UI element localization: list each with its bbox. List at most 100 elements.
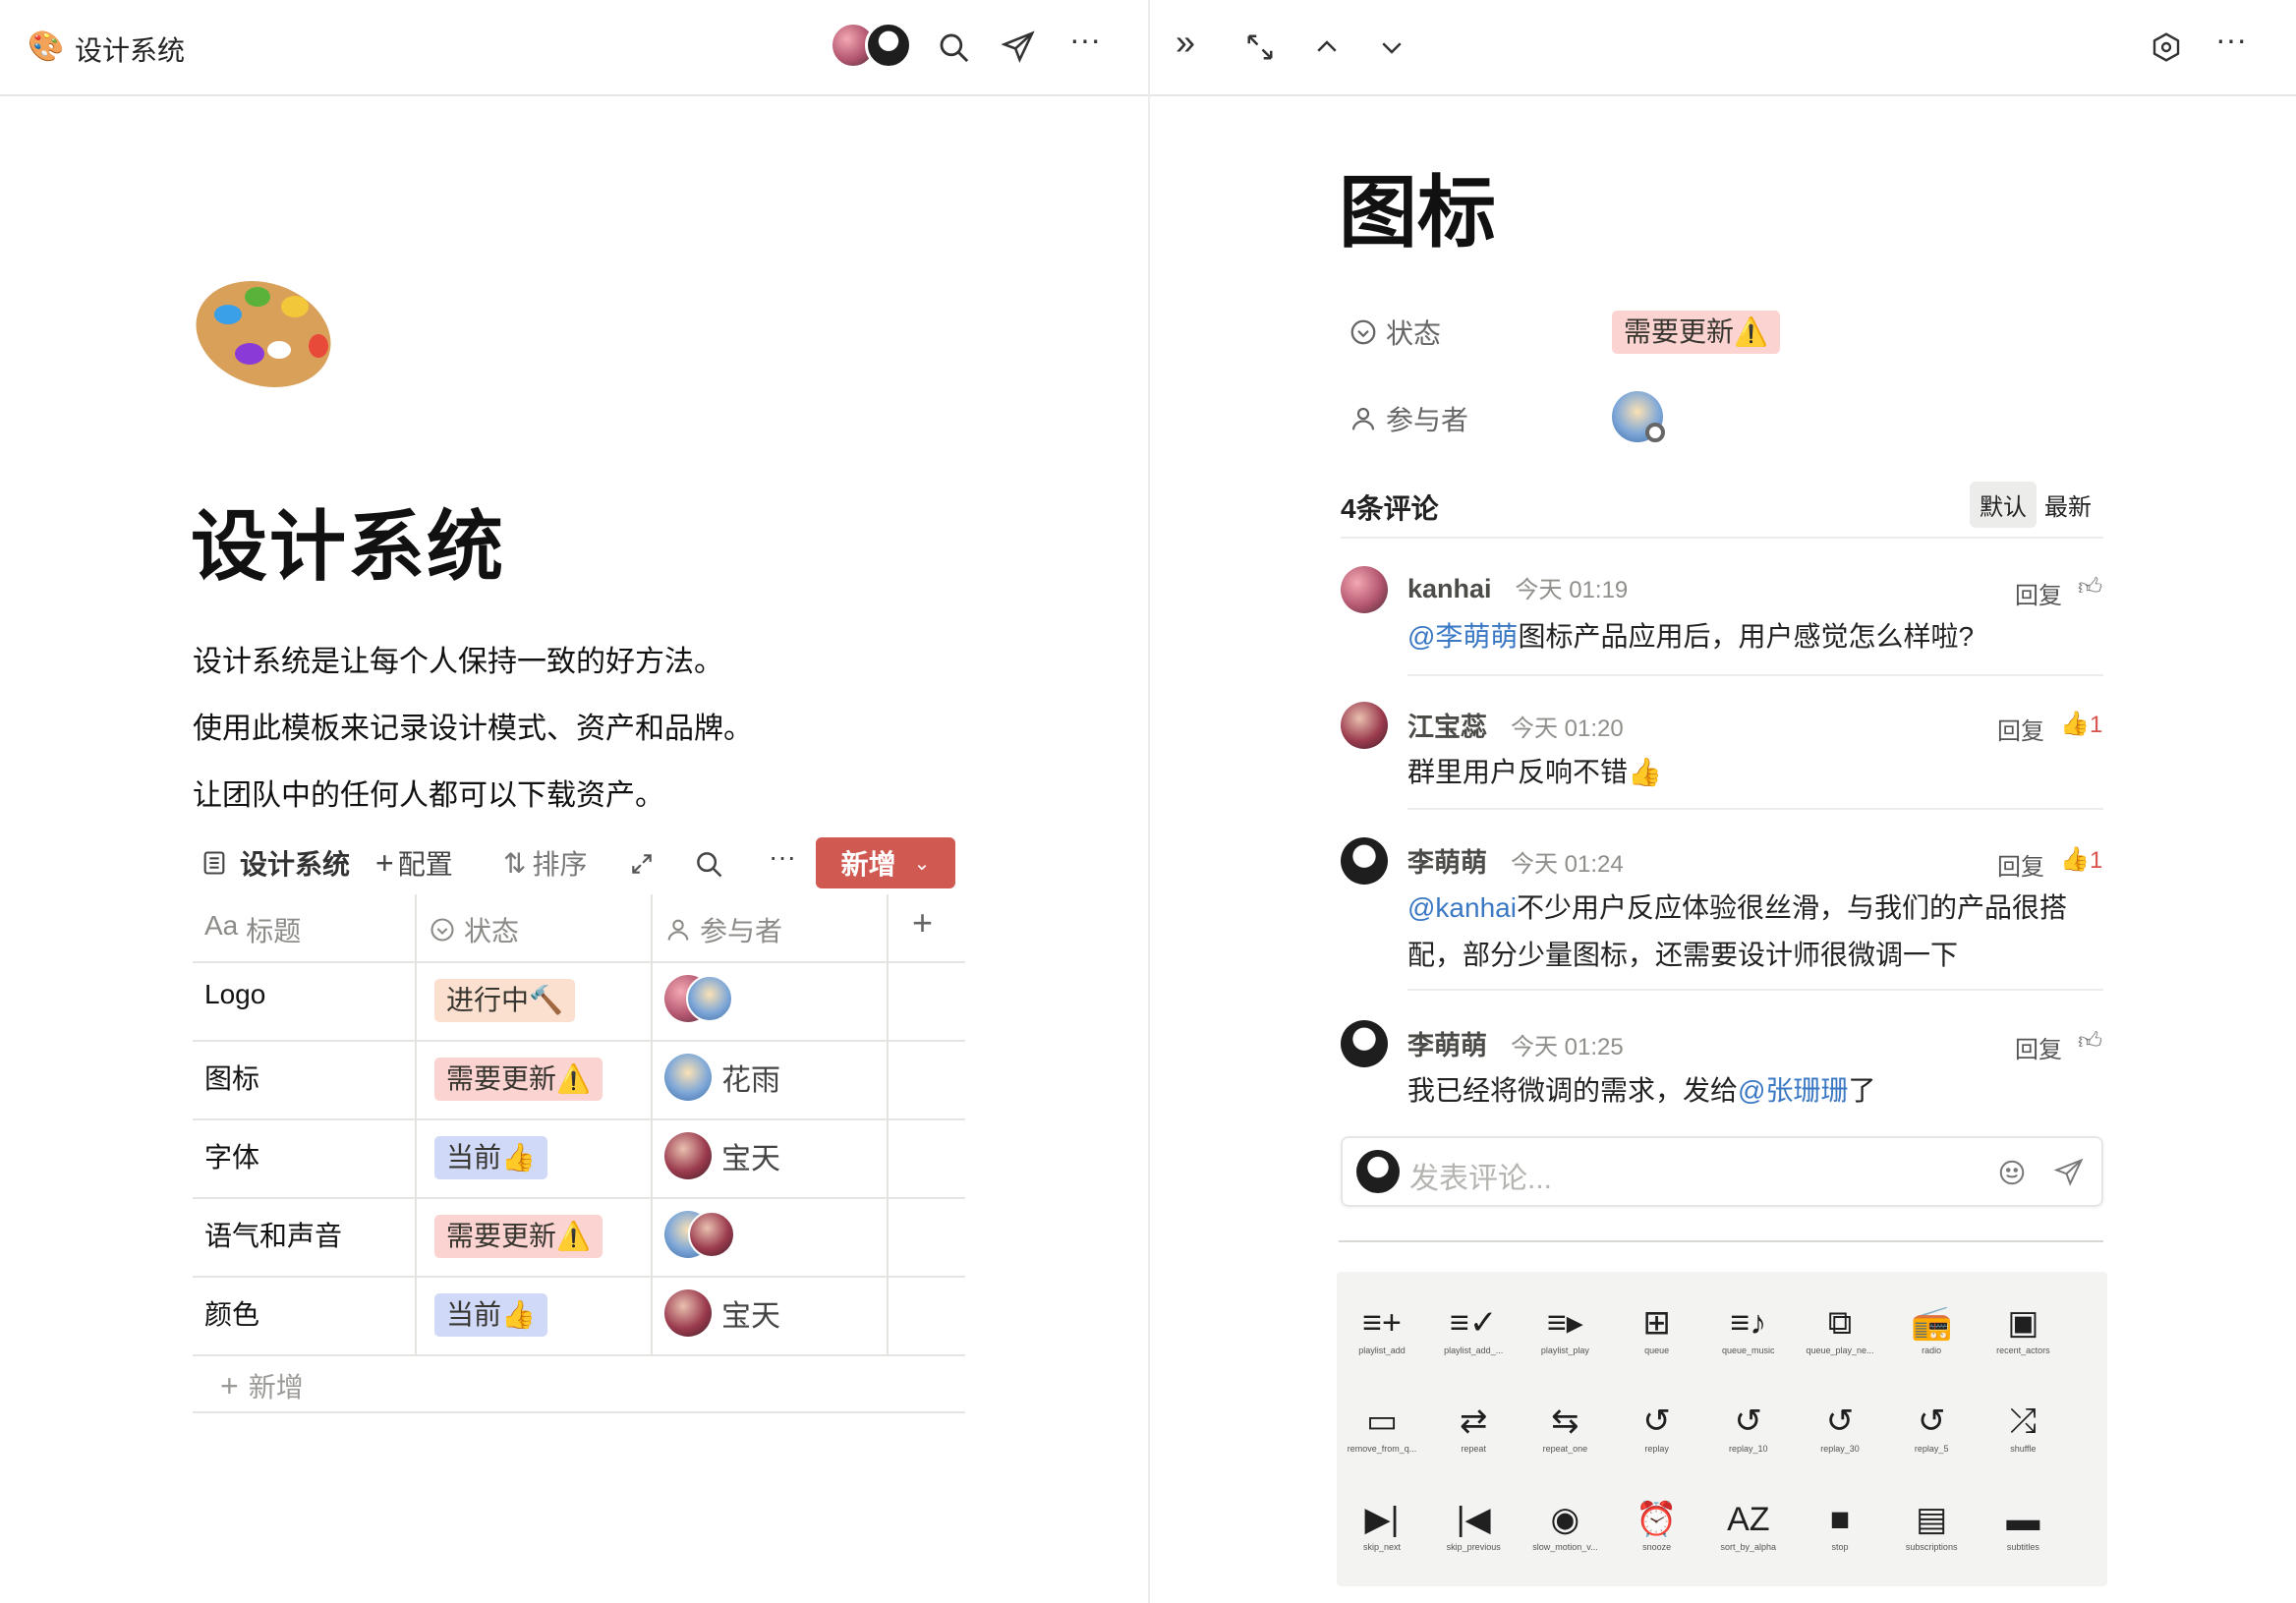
reply-button[interactable]: 回复	[1997, 847, 2044, 882]
row-title[interactable]: 图标	[204, 1058, 259, 1097]
gallery-label: repeat	[1461, 1444, 1486, 1454]
chevron-down-icon[interactable]	[1372, 28, 1411, 67]
avatar[interactable]	[686, 975, 733, 1022]
column-header-participants[interactable]: 参与者	[664, 910, 782, 949]
row-title[interactable]: 语气和声音	[204, 1215, 342, 1254]
avatar[interactable]	[664, 1054, 712, 1101]
divider	[1407, 989, 2103, 991]
gallery-label: skip_previous	[1446, 1542, 1501, 1552]
property-status-label[interactable]: 状态	[1349, 313, 1441, 352]
reply-button[interactable]: 回复	[1997, 712, 2044, 746]
chevron-down-icon[interactable]: ⌄	[914, 851, 931, 876]
gallery-glyph: ⊞	[1642, 1304, 1671, 1342]
fullscreen-icon[interactable]	[625, 847, 659, 881]
gallery-label: stop	[1831, 1542, 1849, 1552]
comment-body: 群里用户反响不错👍	[1407, 757, 1662, 787]
sort-icon: ⇅	[503, 847, 527, 879]
thumb-up-icon[interactable]: 👍	[2060, 845, 2090, 874]
comments-header: 4条评论	[1341, 493, 1439, 524]
add-column-icon[interactable]: +	[912, 902, 933, 944]
gallery-label: recent_actors	[1996, 1345, 2050, 1355]
breadcrumb-title[interactable]: 设计系统	[75, 29, 185, 69]
add-row-button[interactable]: + 新增	[220, 1366, 304, 1405]
person-name: 宝天	[721, 1143, 780, 1175]
column-header-status[interactable]: 状态	[429, 910, 519, 949]
mention[interactable]: @张珊珊	[1738, 1075, 1848, 1106]
mention[interactable]: @李萌萌	[1407, 621, 1518, 652]
avatar[interactable]	[1341, 1020, 1388, 1067]
settings-hexagon-icon[interactable]	[2147, 28, 2186, 67]
chevron-up-icon[interactable]	[1307, 28, 1347, 67]
sort-latest-button[interactable]: 最新	[2044, 487, 2092, 522]
column-divider[interactable]	[415, 894, 417, 1354]
more-icon[interactable]: ···	[2215, 22, 2247, 58]
sort-button[interactable]: ⇅ 排序	[503, 843, 587, 883]
comment-input-box[interactable]: 发表评论...	[1341, 1136, 2103, 1207]
gallery-glyph: ⇄	[1459, 1403, 1488, 1440]
gallery-glyph: ▶|	[1364, 1501, 1400, 1538]
send-icon[interactable]	[2052, 1156, 2086, 1189]
config-button[interactable]: + 配置	[375, 843, 453, 883]
comment-author[interactable]: kanhai	[1407, 574, 1492, 604]
avatar[interactable]	[1341, 837, 1388, 885]
gallery-glyph: ↺	[1642, 1403, 1671, 1440]
like-count: 1	[2090, 847, 2103, 874]
gallery-icon-skip-next: ▶| skip_next	[1335, 1498, 1429, 1553]
mention[interactable]: @kanhai	[1407, 892, 1517, 923]
avatar[interactable]	[688, 1211, 735, 1258]
comment-input[interactable]: 发表评论...	[1409, 1154, 1552, 1197]
search-icon[interactable]	[934, 28, 973, 67]
avatar[interactable]	[1341, 566, 1388, 613]
page-title: 设计系统	[191, 503, 506, 590]
emoji-icon[interactable]	[1995, 1156, 2029, 1189]
reply-button[interactable]: 回复	[2015, 576, 2062, 610]
column-header-title[interactable]: Aa 标题	[204, 910, 301, 949]
add-row-label: 新增	[248, 1372, 304, 1403]
send-icon[interactable]	[999, 28, 1038, 67]
gallery-icon-replay-30: ↺ replay_30	[1793, 1400, 1887, 1455]
db-view-tab[interactable]: 设计系统	[201, 843, 350, 883]
comment-author[interactable]: 李萌萌	[1407, 1024, 1487, 1062]
status-badge[interactable]: 需要更新⚠️	[434, 1215, 603, 1258]
sort-default-button[interactable]: 默认	[1970, 482, 2037, 528]
status-badge[interactable]: 当前👍	[434, 1293, 547, 1337]
avatar[interactable]	[664, 1289, 712, 1337]
comment-body-line-2: 配，部分少量图标，还需要设计师很微调一下	[1407, 940, 1959, 970]
collapse-panel-icon[interactable]: »	[1176, 22, 1195, 63]
status-badge[interactable]: 进行中🔨	[434, 979, 575, 1022]
more-icon[interactable]: ···	[769, 841, 796, 873]
avatar[interactable]	[1341, 702, 1388, 749]
column-divider[interactable]	[651, 894, 653, 1354]
row-title[interactable]: 颜色	[204, 1293, 259, 1333]
sort-label: 排序	[532, 849, 588, 880]
avatar[interactable]	[664, 1132, 712, 1179]
status-badge[interactable]: 需要更新⚠️	[434, 1058, 603, 1101]
table-border	[193, 1040, 965, 1042]
comment-author[interactable]: 江宝蕊	[1407, 706, 1487, 744]
comment-author[interactable]: 李萌萌	[1407, 841, 1487, 880]
comment-text: 我已经将微调的需求，发给	[1407, 1075, 1739, 1106]
property-participants-label[interactable]: 参与者	[1349, 399, 1468, 438]
new-button[interactable]: 新增 ⌄	[816, 837, 955, 888]
row-title[interactable]: Logo	[204, 979, 265, 1010]
expand-icon[interactable]	[1240, 28, 1280, 67]
property-label: 状态	[1386, 318, 1442, 349]
reply-button[interactable]: 回复	[2015, 1030, 2062, 1064]
gallery-label: sort_by_alpha	[1720, 1542, 1777, 1552]
column-divider[interactable]	[887, 894, 889, 1354]
row-title[interactable]: 字体	[204, 1136, 259, 1175]
gallery-icon-queue-play-ne: ⧉ queue_play_ne...	[1793, 1301, 1887, 1356]
gallery-label: queue_music	[1722, 1345, 1775, 1355]
thumb-up-icon[interactable]: 👍	[2060, 710, 2090, 738]
gallery-icon-stop: ■ stop	[1793, 1498, 1887, 1553]
panel-divider[interactable]	[1148, 0, 1150, 1603]
thumb-up-icon[interactable]: 👍︎	[2078, 574, 2102, 601]
status-badge[interactable]: 当前👍	[434, 1136, 547, 1179]
search-icon[interactable]	[690, 845, 727, 883]
gallery-glyph: ⇆	[1551, 1403, 1579, 1440]
status-badge[interactable]: 需要更新⚠️	[1612, 311, 1780, 354]
more-icon[interactable]: ···	[1069, 22, 1101, 58]
avatar[interactable]	[865, 22, 912, 69]
thumb-up-icon[interactable]: 👍︎	[2078, 1028, 2102, 1056]
page-icon[interactable]	[193, 273, 340, 391]
